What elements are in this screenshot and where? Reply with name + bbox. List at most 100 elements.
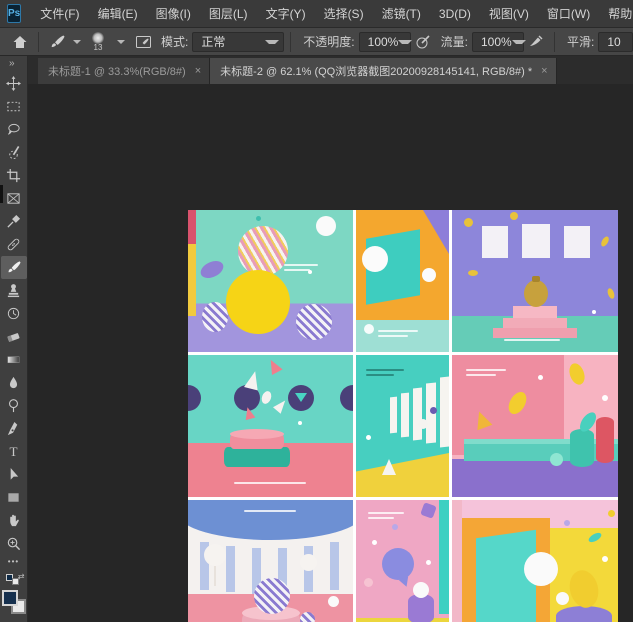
decor-shape: [466, 369, 506, 371]
menu-layer[interactable]: 图层(L): [200, 0, 257, 28]
clone-stamp-tool[interactable]: [1, 279, 27, 302]
brush-size-value: 13: [94, 44, 103, 52]
smoothing-label: 平滑:: [567, 33, 594, 50]
blur-tool[interactable]: [1, 371, 27, 394]
brush-tool[interactable]: [1, 256, 27, 279]
decor-shape: [238, 226, 288, 276]
photoshop-logo[interactable]: Ps: [7, 4, 21, 23]
flow-value: 100%: [481, 35, 512, 49]
decor-shape: [564, 226, 590, 258]
artwork-cell-r1c2: [356, 210, 449, 352]
pen-tool[interactable]: [1, 417, 27, 440]
pasted-image-grid[interactable]: [188, 210, 618, 622]
collapse-panel-icon[interactable]: »: [0, 56, 15, 72]
eraser-tool[interactable]: [1, 325, 27, 348]
decor-shape: [418, 419, 428, 429]
decor-shape: [214, 566, 216, 586]
smoothing-value: 10: [607, 35, 620, 49]
decor-shape: [524, 280, 548, 307]
decor-shape: [340, 385, 353, 411]
decor-shape: [504, 339, 560, 344]
brush-tool-icon[interactable]: [45, 31, 69, 53]
menu-edit[interactable]: 编辑(E): [89, 0, 147, 28]
decor-shape: [464, 218, 473, 227]
quick-selection-tool[interactable]: [1, 141, 27, 164]
path-selection-tool[interactable]: [1, 463, 27, 486]
decor-shape: [464, 439, 618, 444]
decor-shape: [316, 216, 336, 236]
menu-select[interactable]: 选择(S): [315, 0, 373, 28]
chevron-down-icon[interactable]: [73, 40, 81, 44]
swap-colors-icon[interactable]: ⇄: [6, 574, 22, 586]
decor-shape: [234, 482, 306, 487]
close-tab-icon[interactable]: ×: [195, 65, 201, 77]
foreground-color-swatch[interactable]: [2, 590, 18, 606]
brush-preset-picker[interactable]: 13: [85, 32, 111, 52]
decor-shape: [439, 500, 449, 614]
decor-shape: [602, 395, 608, 401]
frame-tool[interactable]: [1, 187, 27, 210]
decor-shape: [378, 330, 418, 332]
artwork-cell-r2c2: [356, 355, 449, 497]
decor-shape: [234, 482, 306, 484]
home-icon[interactable]: [8, 31, 32, 53]
decor-shape: [596, 417, 614, 463]
decor-shape: [256, 216, 261, 221]
toggle-brush-panel-icon[interactable]: [131, 31, 155, 53]
decor-shape: [440, 377, 449, 448]
decor-shape: [188, 385, 201, 411]
menu-3d[interactable]: 3D(D): [430, 0, 480, 28]
document-tab-2[interactable]: 未标题-2 @ 62.1% (QQ浏览器截图20200928145141, RG…: [210, 58, 556, 84]
mode-select[interactable]: 正常: [192, 32, 284, 52]
menu-help[interactable]: 帮助(H): [599, 0, 633, 28]
spot-healing-tool[interactable]: [1, 233, 27, 256]
menu-filter[interactable]: 滤镜(T): [373, 0, 430, 28]
artwork-cell-r3c2: [356, 500, 449, 622]
decor-shape: [224, 447, 290, 467]
tool-bar: » T: [0, 56, 28, 622]
separator: [290, 32, 291, 52]
separator: [38, 32, 39, 52]
decor-shape: [422, 268, 436, 282]
pressure-opacity-icon[interactable]: [411, 31, 435, 53]
decor-shape: [202, 302, 228, 332]
decor-shape: [401, 393, 409, 438]
opacity-field[interactable]: 100%: [359, 32, 411, 52]
move-tool[interactable]: [1, 72, 27, 95]
document-tab-1[interactable]: 未标题-1 @ 33.3%(RGB/8#) ×: [38, 58, 210, 84]
smoothing-field[interactable]: 10: [598, 32, 633, 52]
decor-shape: [300, 554, 317, 571]
menu-view[interactable]: 视图(V): [480, 0, 538, 28]
menu-window[interactable]: 窗口(W): [538, 0, 599, 28]
decor-shape: [413, 388, 422, 441]
decor-shape: [226, 270, 290, 334]
decor-shape: [284, 269, 310, 271]
dodge-tool[interactable]: [1, 394, 27, 417]
airbrush-icon[interactable]: [524, 31, 548, 53]
marquee-tool[interactable]: [1, 95, 27, 118]
history-brush-tool[interactable]: [1, 302, 27, 325]
artwork-cell-r3c1: [188, 500, 353, 622]
zoom-tool[interactable]: [1, 532, 27, 555]
hand-tool[interactable]: [1, 509, 27, 532]
chevron-down-icon[interactable]: [117, 40, 125, 44]
gradient-tool[interactable]: [1, 348, 27, 371]
lasso-tool[interactable]: [1, 118, 27, 141]
decor-shape: [362, 246, 388, 272]
eyedropper-tool[interactable]: [1, 210, 27, 233]
close-tab-icon[interactable]: ×: [541, 65, 547, 77]
decor-shape: [430, 407, 437, 414]
decor-shape: [204, 544, 226, 566]
decor-shape: [550, 453, 563, 466]
menu-type[interactable]: 文字(Y): [257, 0, 315, 28]
decor-shape: [567, 361, 588, 386]
mode-label: 模式:: [161, 33, 188, 50]
type-tool[interactable]: T: [1, 440, 27, 463]
flow-field[interactable]: 100%: [472, 32, 524, 52]
edit-toolbar-icon[interactable]: •••: [8, 555, 19, 571]
crop-tool[interactable]: [1, 164, 27, 187]
menu-image[interactable]: 图像(I): [147, 0, 200, 28]
menu-file[interactable]: 文件(F): [31, 0, 88, 28]
rectangle-tool[interactable]: [1, 486, 27, 509]
swap-arrow-icon: ⇄: [18, 572, 25, 581]
